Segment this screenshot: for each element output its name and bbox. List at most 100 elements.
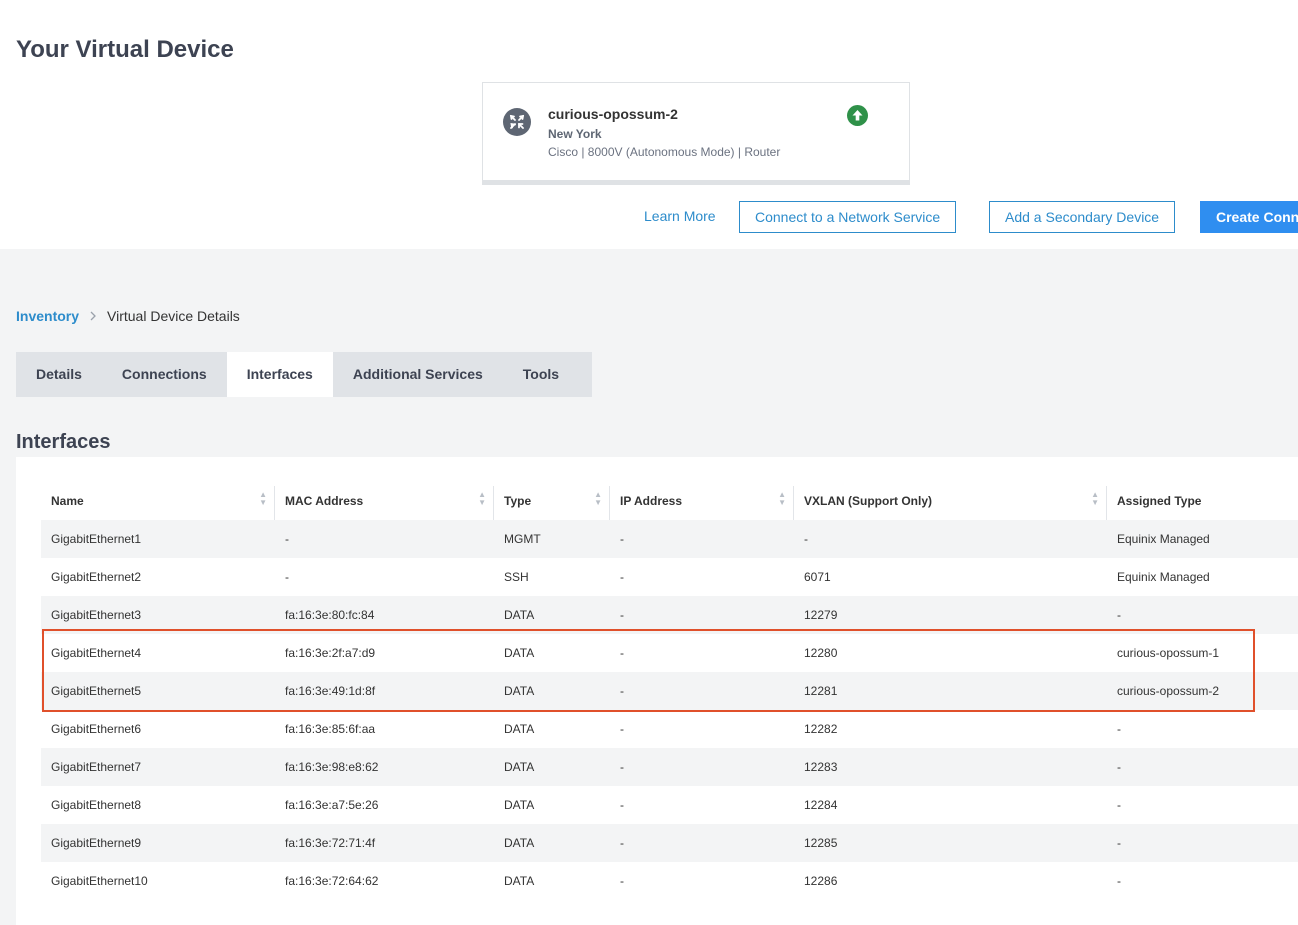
column-header-type[interactable]: Type ▲ ▼ <box>494 482 610 520</box>
cell-ip-address: - <box>610 710 794 748</box>
cell-vxlan: 12285 <box>794 824 1107 862</box>
cell-ip-address: - <box>610 558 794 596</box>
cell-name: GigabitEthernet3 <box>41 596 275 634</box>
tab-interfaces[interactable]: Interfaces <box>226 352 333 397</box>
table-row: GigabitEthernet7 fa:16:3e:98:e8:62 DATA -12… <box>41 748 1298 786</box>
connect-network-service-button[interactable]: Connect to a Network Service <box>739 201 957 233</box>
cell-type: SSH <box>494 558 610 596</box>
tab-bar: Details Connections Interfaces Additiona… <box>16 352 592 397</box>
breadcrumb-inventory-link[interactable]: Inventory <box>16 308 79 324</box>
table-row: GigabitEthernet10 fa:16:3e:72:64:62 DATA -1… <box>41 862 1298 900</box>
column-header-label: MAC Address <box>285 494 364 508</box>
cell-type: MGMT <box>494 520 610 558</box>
cell-mac-address: fa:16:3e:85:6f:aa <box>275 710 494 748</box>
cell-vxlan: 12286 <box>794 862 1107 900</box>
tab-tools[interactable]: Tools <box>503 352 579 397</box>
cell-assigned-type: Equinix Managed <box>1107 520 1298 558</box>
table-row: GigabitEthernet1- MGMT - - Equinix Managed <box>41 520 1298 558</box>
sort-icon[interactable]: ▲ ▼ <box>1091 491 1099 507</box>
cell-assigned-type: - <box>1107 596 1298 634</box>
column-header-mac-address[interactable]: MAC Address ▲ ▼ <box>275 482 494 520</box>
section-title: Interfaces <box>16 431 111 453</box>
column-header-label: VXLAN (Support Only) <box>804 494 932 508</box>
cell-assigned-type: curious-opossum-1 <box>1107 634 1298 672</box>
cell-assigned-type: curious-opossum-2 <box>1107 672 1298 710</box>
breadcrumb-current: Virtual Device Details <box>107 308 240 324</box>
cell-name: GigabitEthernet7 <box>41 748 275 786</box>
cell-name: GigabitEthernet4 <box>41 634 275 672</box>
table-row: GigabitEthernet2- SSH -6071 Equinix Managed <box>41 558 1298 596</box>
tab-details[interactable]: Details <box>16 352 102 397</box>
cell-vxlan: 12281 <box>794 672 1107 710</box>
column-header-ip-address[interactable]: IP Address ▲ ▼ <box>610 482 794 520</box>
sort-icon[interactable]: ▲ ▼ <box>259 491 267 507</box>
add-secondary-device-button[interactable]: Add a Secondary Device <box>989 201 1176 233</box>
cell-type: DATA <box>494 748 610 786</box>
cell-name: GigabitEthernet8 <box>41 786 275 824</box>
cell-vxlan: 12284 <box>794 786 1107 824</box>
cell-ip-address: - <box>610 596 794 634</box>
column-header-assigned-type: Assigned Type <box>1107 482 1298 520</box>
page-title: Your Virtual Device <box>16 36 234 63</box>
cell-mac-address: - <box>275 520 494 558</box>
device-location: New York <box>548 127 602 141</box>
tab-additional-services[interactable]: Additional Services <box>333 352 503 397</box>
chevron-right-icon <box>89 309 97 324</box>
cell-assigned-type: - <box>1107 786 1298 824</box>
table-row: GigabitEthernet9 fa:16:3e:72:71:4f DATA -12… <box>41 824 1298 862</box>
column-header-name[interactable]: Name ▲ ▼ <box>41 482 275 520</box>
create-connection-button[interactable]: Create Conn <box>1200 201 1298 233</box>
cell-vxlan: - <box>794 520 1107 558</box>
cell-type: DATA <box>494 786 610 824</box>
cell-ip-address: - <box>610 862 794 900</box>
cell-mac-address: - <box>275 558 494 596</box>
device-meta: Cisco | 8000V (Autonomous Mode) | Router <box>548 145 781 159</box>
cell-name: GigabitEthernet1 <box>41 520 275 558</box>
sort-icon[interactable]: ▲ ▼ <box>594 491 602 507</box>
column-header-vxlan[interactable]: VXLAN (Support Only) ▲ ▼ <box>794 482 1107 520</box>
breadcrumb: Inventory Virtual Device Details <box>16 308 240 324</box>
column-header-label: Name <box>51 494 84 508</box>
cell-vxlan: 12279 <box>794 596 1107 634</box>
cell-mac-address: fa:16:3e:a7:5e:26 <box>275 786 494 824</box>
cell-ip-address: - <box>610 786 794 824</box>
sort-icon[interactable]: ▲ ▼ <box>478 491 486 507</box>
cell-ip-address: - <box>610 634 794 672</box>
cell-ip-address: - <box>610 824 794 862</box>
cell-ip-address: - <box>610 748 794 786</box>
column-header-label: IP Address <box>620 494 683 508</box>
cell-ip-address: - <box>610 520 794 558</box>
cell-type: DATA <box>494 824 610 862</box>
cell-type: DATA <box>494 710 610 748</box>
cell-type: DATA <box>494 862 610 900</box>
cell-mac-address: fa:16:3e:72:71:4f <box>275 824 494 862</box>
table-row: GigabitEthernet5 fa:16:3e:49:1d:8f DATA -12… <box>41 672 1298 710</box>
cell-name: GigabitEthernet2 <box>41 558 275 596</box>
interfaces-table: Name ▲ ▼ MAC Address ▲ ▼ Type ▲ ▼ IP Address ▲ ▼… <box>41 482 1298 900</box>
tab-connections[interactable]: Connections <box>102 352 227 397</box>
table-header-row: Name ▲ ▼ MAC Address ▲ ▼ Type ▲ ▼ IP Address ▲ ▼… <box>41 482 1298 520</box>
router-icon <box>503 108 531 136</box>
learn-more-link[interactable]: Learn More <box>644 208 716 224</box>
table-row: GigabitEthernet8 fa:16:3e:a7:5e:26 DATA -12… <box>41 786 1298 824</box>
cell-assigned-type: Equinix Managed <box>1107 558 1298 596</box>
cell-name: GigabitEthernet5 <box>41 672 275 710</box>
cell-type: DATA <box>494 634 610 672</box>
cell-assigned-type: - <box>1107 862 1298 900</box>
column-header-label: Type <box>504 494 532 508</box>
cell-mac-address: fa:16:3e:98:e8:62 <box>275 748 494 786</box>
cell-name: GigabitEthernet10 <box>41 862 275 900</box>
cell-mac-address: fa:16:3e:49:1d:8f <box>275 672 494 710</box>
table-row: GigabitEthernet4 fa:16:3e:2f:a7:d9 DATA -12… <box>41 634 1298 672</box>
cell-ip-address: - <box>610 672 794 710</box>
cell-mac-address: fa:16:3e:80:fc:84 <box>275 596 494 634</box>
sort-icon[interactable]: ▲ ▼ <box>778 491 786 507</box>
table-row: GigabitEthernet6 fa:16:3e:85:6f:aa DATA -12… <box>41 710 1298 748</box>
table-row: GigabitEthernet3 fa:16:3e:80:fc:84 DATA -12… <box>41 596 1298 634</box>
cell-vxlan: 12280 <box>794 634 1107 672</box>
device-name: curious-opossum-2 <box>548 106 678 122</box>
cell-vxlan: 12282 <box>794 710 1107 748</box>
cell-name: GigabitEthernet9 <box>41 824 275 862</box>
interfaces-panel: Name ▲ ▼ MAC Address ▲ ▼ Type ▲ ▼ IP Address ▲ ▼… <box>16 457 1298 925</box>
cell-assigned-type: - <box>1107 710 1298 748</box>
